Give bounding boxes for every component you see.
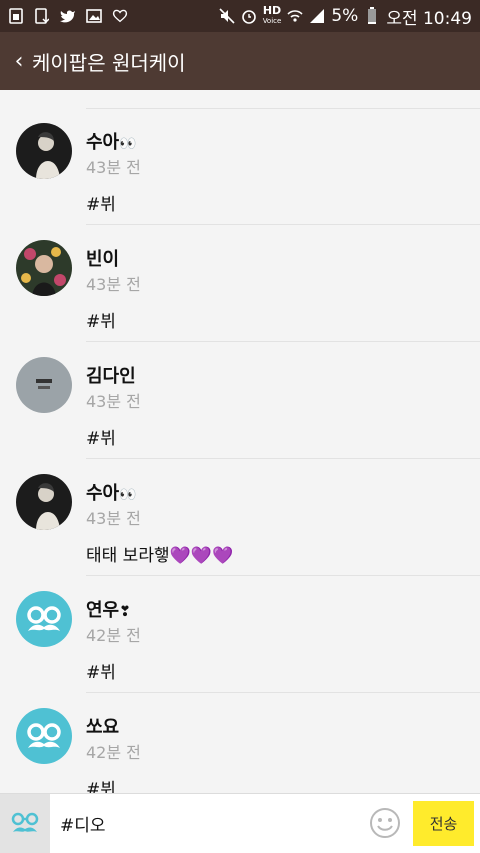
glasses-mustache-icon[interactable]: [0, 794, 50, 853]
commenter-name[interactable]: 김다인: [86, 362, 136, 388]
avatar[interactable]: [16, 474, 72, 530]
name-emoji: 👀: [119, 487, 137, 503]
comment-item[interactable]: 수아👀 43분 전태태 보라햏💜💜💜: [0, 459, 480, 576]
comment-message: #뷔: [86, 429, 116, 449]
avatar[interactable]: [16, 357, 72, 413]
signal-icon: [309, 8, 325, 24]
name-emoji: ❣: [119, 604, 131, 620]
avatar[interactable]: [16, 708, 72, 764]
avatar[interactable]: [16, 123, 72, 179]
commenter-name[interactable]: 수아👀: [86, 479, 137, 505]
page-title: 케이팝은 원더케이: [32, 50, 186, 75]
comment-time: 43분 전: [86, 392, 141, 411]
status-bar: HD Voice 5% 오전 10:49: [0, 0, 480, 32]
comment-time: 43분 전: [86, 275, 141, 294]
voice-label: Voice: [262, 17, 282, 25]
comment-input[interactable]: [60, 812, 360, 834]
notification-icons: [8, 8, 128, 24]
twitter-icon: [60, 8, 76, 24]
heart-icon: [112, 8, 128, 24]
comment-list[interactable]: 수아👀 43분 전 #뷔 빈이 43분 전 #뷔 김다인 43분 전 #뷔 수아👀 43분 전 태태 …: [0, 90, 480, 793]
avatar[interactable]: [16, 240, 72, 296]
mobile-data-icon: [34, 8, 50, 24]
name-emoji: 👀: [119, 136, 137, 152]
commenter-name[interactable]: 연우❣: [86, 596, 131, 622]
comment-time: 42분 전: [86, 743, 141, 762]
alarm-icon: [241, 8, 257, 24]
comment-time: 42분 전: [86, 626, 141, 645]
wifi-icon: [287, 8, 303, 24]
commenter-name[interactable]: 수아👀: [86, 128, 137, 154]
comment-composer: 전송: [0, 793, 480, 853]
commenter-name-text: 수아: [86, 483, 120, 504]
commenter-name-text: 수아: [86, 132, 120, 153]
comment-item[interactable]: 김다인 43분 전 #뷔: [0, 342, 480, 459]
comment-item[interactable]: 연우❣ 42분 전 #뷔: [0, 576, 480, 693]
avatar[interactable]: [16, 591, 72, 647]
comment-item[interactable]: 쏘요 42분 전 #뷔: [0, 693, 480, 793]
battery-icon: [364, 7, 380, 24]
app-bar: ‹ 케이팝은 원더케이: [0, 32, 480, 90]
clock: 오전 10:49: [386, 8, 472, 29]
comment-message: #뷔: [86, 780, 116, 793]
mute-icon: [219, 8, 235, 24]
comment-message: #뷔: [86, 195, 116, 215]
commenter-name[interactable]: 쏘요: [86, 713, 119, 739]
smiley-icon[interactable]: [369, 807, 401, 839]
comment-item[interactable]: 수아👀 43분 전 #뷔: [0, 108, 480, 225]
image-icon: [86, 8, 102, 24]
comment-message: 태태 보라햏💜💜💜: [86, 546, 234, 566]
sim-icon: [8, 8, 24, 24]
commenter-name[interactable]: 빈이: [86, 245, 119, 271]
send-button[interactable]: 전송: [413, 801, 474, 846]
chevron-left-icon[interactable]: ‹: [0, 49, 32, 74]
comment-message: #뷔: [86, 663, 116, 683]
commenter-name-text: 연우: [86, 600, 120, 621]
hd-voice-badge: HD Voice: [262, 5, 282, 26]
system-indicators: HD Voice 5% 오전 10:49: [219, 4, 472, 29]
comment-time: 43분 전: [86, 509, 141, 528]
comment-message: #뷔: [86, 312, 116, 332]
battery-percent: 5%: [331, 6, 359, 26]
comment-item[interactable]: 빈이 43분 전 #뷔: [0, 225, 480, 342]
comment-time: 43분 전: [86, 158, 141, 177]
